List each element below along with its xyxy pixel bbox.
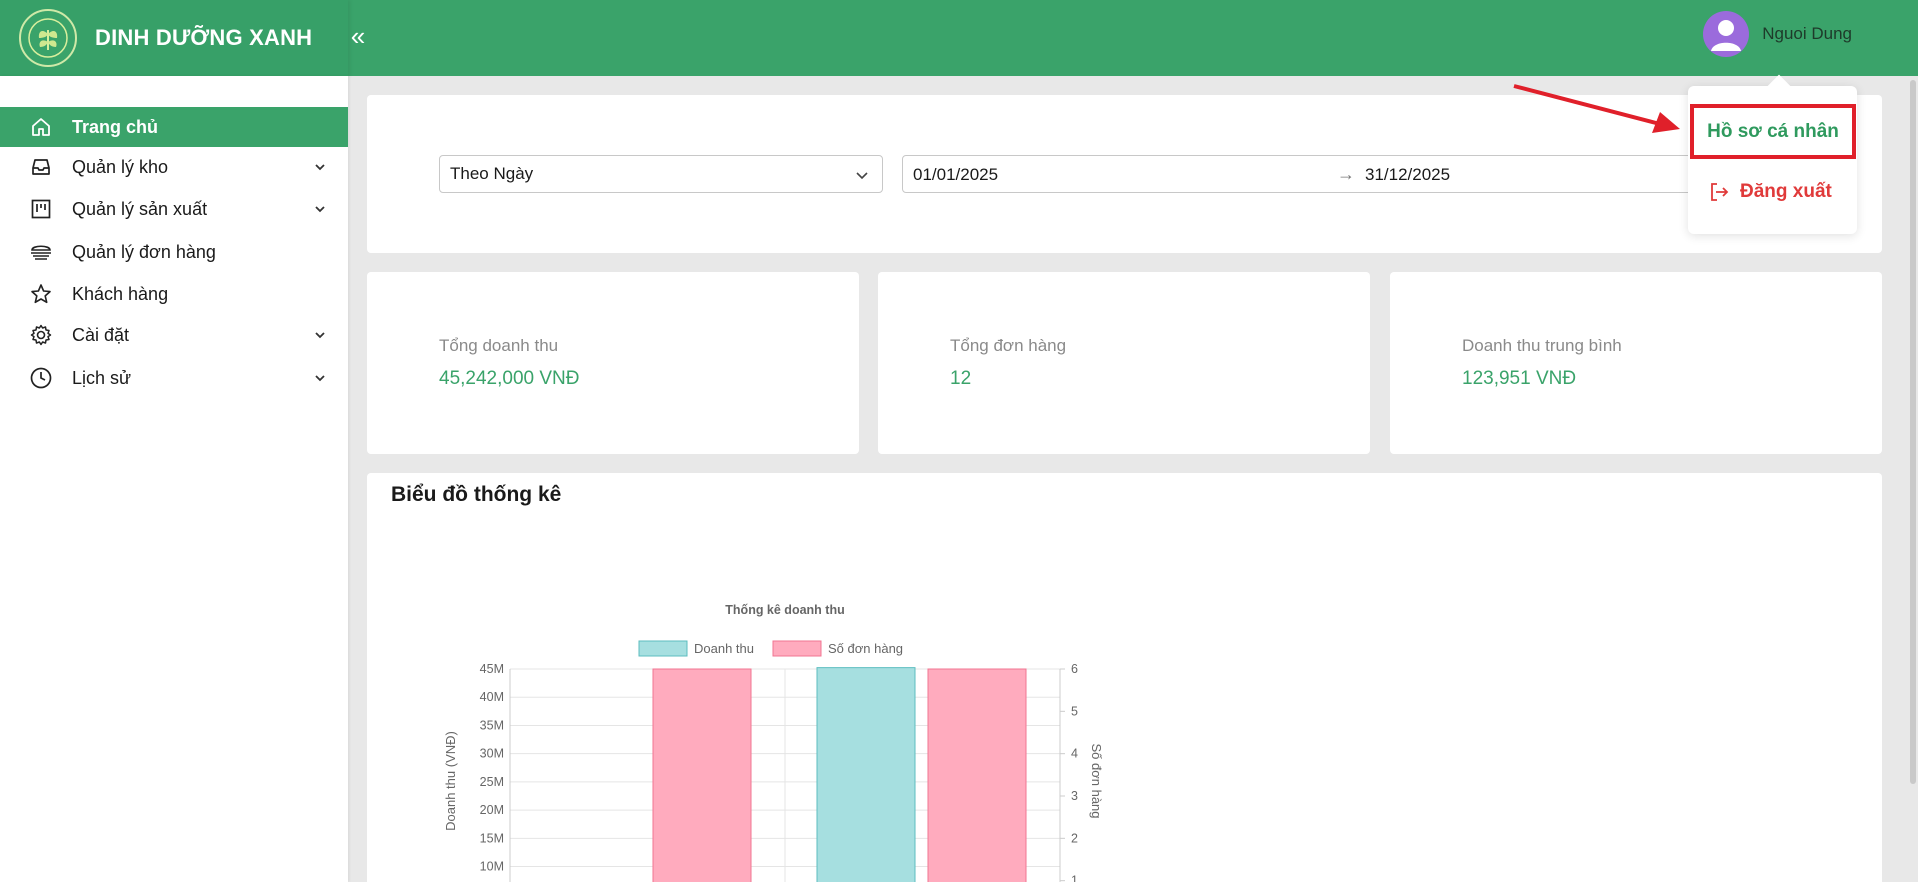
stat-value: 123,951 VNĐ <box>1462 368 1577 389</box>
profile-menu-item[interactable]: Hồ sơ cá nhân <box>1690 104 1856 159</box>
date-range-picker[interactable]: 01/01/2025 → 31/12/2025 <box>902 155 1766 193</box>
sidebar-item-label: Khách hàng <box>72 283 169 304</box>
sidebar-item-production[interactable]: Quản lý sản xuất <box>0 189 348 229</box>
y2-tick-label: 5 <box>1071 704 1078 718</box>
sidebar-item-label: Quản lý sản xuất <box>72 198 208 219</box>
clock-icon <box>28 366 54 390</box>
stat-value: 45,242,000 VNĐ <box>439 368 580 389</box>
y-tick-label: 35M <box>480 718 504 732</box>
revenue-chart: Thống kê doanh thuDoanh thuSố đơn hàng5M… <box>443 603 1104 882</box>
user-name: Nguoi Dung <box>1762 24 1852 43</box>
y2-axis-label: Số đơn hàng <box>1089 743 1104 818</box>
legend-swatch <box>638 640 688 657</box>
y2-tick-label: 2 <box>1071 831 1078 845</box>
range-arrow-icon: → <box>1337 164 1355 184</box>
stat-card-average-revenue: Doanh thu trung bình 123,951 VNĐ <box>1390 272 1882 454</box>
sidebar-item-label: Lịch sử <box>72 367 132 388</box>
page-scrollbar[interactable] <box>1910 80 1916 784</box>
legend-label: Số đơn hàng <box>828 641 903 656</box>
stat-label: Tổng doanh thu <box>439 336 559 355</box>
brand-name: DINH DƯỠNG XANH <box>95 25 313 50</box>
stat-label: Tổng đơn hàng <box>950 336 1067 355</box>
chart-title: Thống kê doanh thu <box>725 603 844 617</box>
logo-icon <box>19 9 77 67</box>
user-dropdown-menu: Hồ sơ cá nhân Đăng xuất <box>1688 86 1857 234</box>
y-tick-label: 25M <box>480 775 504 789</box>
brand: DINH DƯỠNG XANH <box>0 0 348 76</box>
y-tick-label: 10M <box>480 860 504 874</box>
y2-tick-label: 3 <box>1071 789 1078 803</box>
chevron-down-icon <box>315 375 325 382</box>
sidebar-item-label: Cài đặt <box>72 324 130 345</box>
inbox-icon <box>28 155 54 179</box>
bar-revenue <box>816 667 916 882</box>
stat-card-total-orders: Tổng đơn hàng 12 <box>878 272 1370 454</box>
chevron-down-icon <box>856 172 868 180</box>
sidebar-item-settings[interactable]: Cài đặt <box>0 315 348 355</box>
sidebar-item-home[interactable]: Trang chủ <box>0 107 348 147</box>
stat-value: 12 <box>950 368 972 389</box>
gear-icon <box>28 323 54 347</box>
sidebar-item-history[interactable]: Lịch sử <box>0 358 348 398</box>
filter-card: Theo Ngày 01/01/2025 → 31/12/2025 <box>367 95 1882 253</box>
logout-label: Đăng xuất <box>1740 181 1832 202</box>
legend-swatch <box>772 640 822 657</box>
y2-tick-label: 4 <box>1071 747 1078 761</box>
sidebar-item-orders[interactable]: Quản lý đơn hàng <box>0 232 348 272</box>
chevron-down-icon <box>315 206 325 213</box>
y-tick-label: 30M <box>480 747 504 761</box>
sidebar-item-warehouse[interactable]: Quản lý kho <box>0 147 348 187</box>
y-tick-label: 15M <box>480 831 504 845</box>
bar-orders <box>927 668 1027 882</box>
sidebar-item-label: Quản lý kho <box>72 156 169 177</box>
order-icon <box>28 240 54 264</box>
collapse-sidebar-button[interactable]: « <box>348 18 368 54</box>
y2-tick-label: 1 <box>1071 874 1078 882</box>
sidebar-item-label: Quản lý đơn hàng <box>72 241 216 262</box>
date-from-input[interactable]: 01/01/2025 <box>913 165 998 185</box>
y-tick-label: 45M <box>480 662 504 676</box>
board-icon <box>28 197 54 221</box>
avatar <box>1703 11 1750 57</box>
y-tick-label: 40M <box>480 690 504 704</box>
user-menu-trigger[interactable]: Nguoi Dung <box>1703 10 1852 58</box>
logout-icon <box>1711 183 1729 201</box>
stat-label: Doanh thu trung bình <box>1462 336 1622 355</box>
top-header: DINH DƯỠNG XANH « Nguoi Dung <box>0 0 1918 76</box>
y-axis-label: Doanh thu (VNĐ) <box>443 731 458 831</box>
sidebar-item-label: Trang chủ <box>72 116 159 137</box>
stat-card-total-revenue: Tổng doanh thu 45,242,000 VNĐ <box>367 272 859 454</box>
y-tick-label: 20M <box>480 803 504 817</box>
bar-orders <box>652 668 752 882</box>
logout-menu-item[interactable]: Đăng xuất <box>1708 176 1832 208</box>
legend-label: Doanh thu <box>694 641 754 656</box>
y2-tick-label: 6 <box>1071 662 1078 676</box>
chart-card: Biểu đồ thống kê Thống kê doanh thu Doanh… <box>367 473 1882 882</box>
sidebar: Trang chủ Quản lý kho Quản lý sản xuất Q… <box>0 76 348 882</box>
sidebar-item-customers[interactable]: Khách hàng <box>0 274 348 314</box>
home-icon <box>28 115 54 139</box>
chevron-down-icon <box>315 332 325 339</box>
period-select[interactable]: Theo Ngày <box>439 155 883 193</box>
date-to-input[interactable]: 31/12/2025 <box>1365 165 1450 185</box>
chevron-down-icon <box>315 164 325 171</box>
period-select-value: Theo Ngày <box>450 164 534 183</box>
star-icon <box>28 282 54 306</box>
